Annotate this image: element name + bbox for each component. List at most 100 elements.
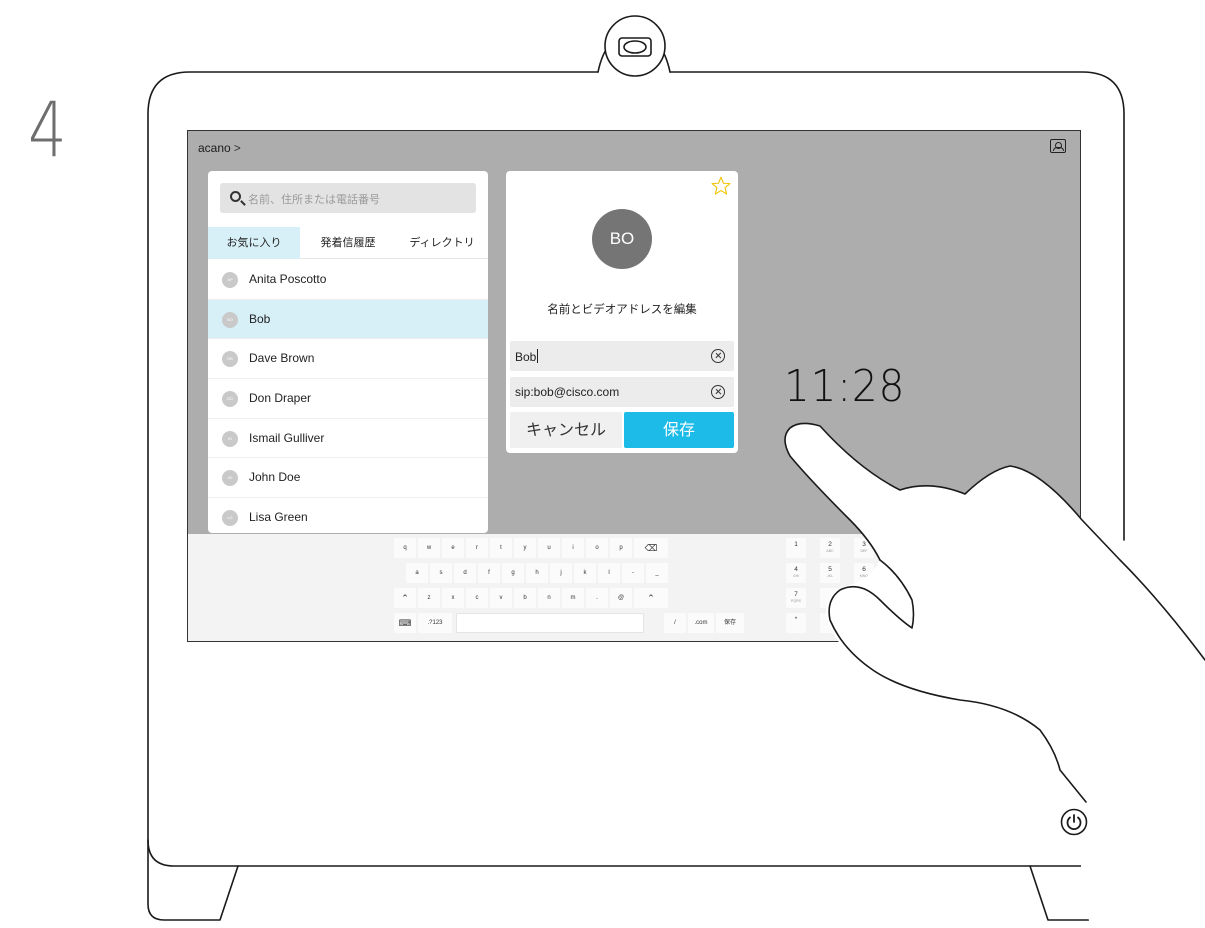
key[interactable]: e (442, 538, 464, 558)
tab-favorites[interactable]: お気に入り (208, 227, 300, 259)
contact-avatar: BO (592, 209, 652, 269)
contact-row[interactable]: LG Lisa Green (208, 498, 488, 533)
self-view-icon[interactable] (1050, 139, 1066, 153)
contact-row[interactable]: DD Don Draper (208, 379, 488, 419)
numpad-key[interactable]: 7 PQRS (786, 588, 806, 608)
contacts-panel: 名前、住所または電話番号 お気に入り 発着信履歴 ディレクトリ AP Anita… (208, 171, 488, 533)
key[interactable]: t (490, 538, 512, 558)
breadcrumb[interactable]: acano > (198, 141, 241, 155)
numpad-key[interactable]: 3 DEF (854, 538, 874, 558)
edit-contact-panel: BO 名前とビデオアドレスを編集 Bob sip:bob@cisco.com キ… (506, 171, 738, 453)
clear-icon[interactable] (711, 349, 725, 363)
key[interactable]: d (454, 563, 476, 583)
tab-recents[interactable]: 発着信履歴 (300, 227, 396, 259)
key[interactable]: h (526, 563, 548, 583)
key[interactable]: i (562, 538, 584, 558)
contact-name: Bob (249, 311, 271, 326)
numpad-key[interactable]: 1 (786, 538, 806, 558)
numpad-key[interactable]: 0 + (820, 613, 840, 633)
contact-row[interactable]: BO Bob (208, 299, 488, 340)
key[interactable]: n (538, 588, 560, 608)
numpad-digit: 6 (862, 566, 866, 573)
key[interactable]: _ (646, 563, 668, 583)
contact-row[interactable]: JD John Doe (208, 458, 488, 499)
backspace-key[interactable]: ⌫ (634, 538, 668, 558)
avatar: DB (222, 351, 238, 368)
key[interactable]: w (418, 538, 440, 558)
numpad-letters: MNO (859, 574, 869, 578)
numpad-key[interactable]: 6 MNO (854, 563, 874, 583)
shift-key[interactable]: ⌃ (394, 588, 416, 608)
avatar: LG (222, 510, 238, 527)
avatar: DD (222, 391, 238, 408)
numpad-key[interactable] (820, 588, 840, 608)
space-key[interactable] (456, 613, 644, 633)
address-field-value: sip:bob@cisco.com (515, 385, 620, 399)
numpad-key[interactable]: 4 GHI (786, 563, 806, 583)
key[interactable]: / (664, 613, 686, 633)
contact-name: Dave Brown (249, 351, 315, 366)
key[interactable]: z (418, 588, 440, 608)
contact-row[interactable]: DB Dave Brown (208, 339, 488, 380)
key[interactable]: o (586, 538, 608, 558)
avatar: BO (222, 311, 238, 328)
key[interactable]: k (574, 563, 596, 583)
key[interactable]: l (598, 563, 620, 583)
clear-icon[interactable] (711, 385, 725, 399)
step-number: 4 (28, 85, 67, 174)
contact-row[interactable]: AP Anita Poscotto (208, 260, 488, 300)
key[interactable]: - (622, 563, 644, 583)
numpad-digit: 2 (828, 541, 832, 548)
key[interactable]: x (442, 588, 464, 608)
key[interactable]: m (562, 588, 584, 608)
contact-row[interactable]: IG Ismail Gulliver (208, 419, 488, 459)
search-input[interactable]: 名前、住所または電話番号 (220, 183, 476, 213)
keyboard-hide-key[interactable]: ⌨ (394, 613, 416, 633)
key[interactable]: . (586, 588, 608, 608)
key[interactable]: u (538, 538, 560, 558)
key[interactable]: p (610, 538, 632, 558)
key[interactable]: a (406, 563, 428, 583)
symbols-key[interactable]: .?123 (418, 613, 452, 633)
contact-name: Ismail Gulliver (249, 430, 325, 445)
numpad-digit: 3 (862, 541, 866, 548)
name-field[interactable]: Bob (510, 341, 734, 371)
numpad-digit: 0 (828, 616, 832, 623)
numpad-letters: GHI (792, 574, 800, 578)
numpad-key[interactable]: * (786, 613, 806, 633)
on-screen-keyboard: q w e r t y u i o p ⌫ a s d f g h j k l … (188, 534, 1080, 641)
key[interactable]: r (466, 538, 488, 558)
numpad-key[interactable]: 5 JKL (820, 563, 840, 583)
video-address-field[interactable]: sip:bob@cisco.com (510, 377, 734, 407)
tab-directory[interactable]: ディレクトリ (396, 227, 488, 259)
key[interactable]: y (514, 538, 536, 558)
shift-key[interactable]: ⌃ (634, 588, 668, 608)
numpad-letters: DEF (860, 549, 868, 553)
power-icon[interactable] (1060, 808, 1088, 836)
numpad-key[interactable]: 2 ABC (820, 538, 840, 558)
edit-title: 名前とビデオアドレスを編集 (547, 302, 697, 316)
star-icon[interactable] (710, 175, 732, 197)
key[interactable]: g (502, 563, 524, 583)
name-field-value: Bob (515, 349, 539, 364)
key[interactable]: q (394, 538, 416, 558)
key[interactable]: c (466, 588, 488, 608)
dotcom-key[interactable]: .com (688, 613, 714, 633)
search-icon (230, 191, 241, 202)
breadcrumb-label: acano (198, 141, 231, 155)
touch-screen: acano > 名前、住所または電話番号 お気に入り 発着信履歴 ディレクトリ A… (187, 130, 1081, 642)
key[interactable]: j (550, 563, 572, 583)
numpad-key[interactable] (854, 613, 874, 633)
key[interactable]: @ (610, 588, 632, 608)
key[interactable]: f (478, 563, 500, 583)
key[interactable]: v (490, 588, 512, 608)
cancel-button[interactable]: キャンセル (510, 412, 622, 448)
keyboard-save-key[interactable]: 保存 (716, 613, 744, 633)
key[interactable]: s (430, 563, 452, 583)
save-button[interactable]: 保存 (624, 412, 734, 448)
avatar: AP (222, 272, 238, 288)
key[interactable]: b (514, 588, 536, 608)
clock: 11:28 (784, 361, 906, 412)
numpad-key[interactable] (854, 588, 874, 608)
contact-name: Anita Poscotto (249, 272, 327, 286)
